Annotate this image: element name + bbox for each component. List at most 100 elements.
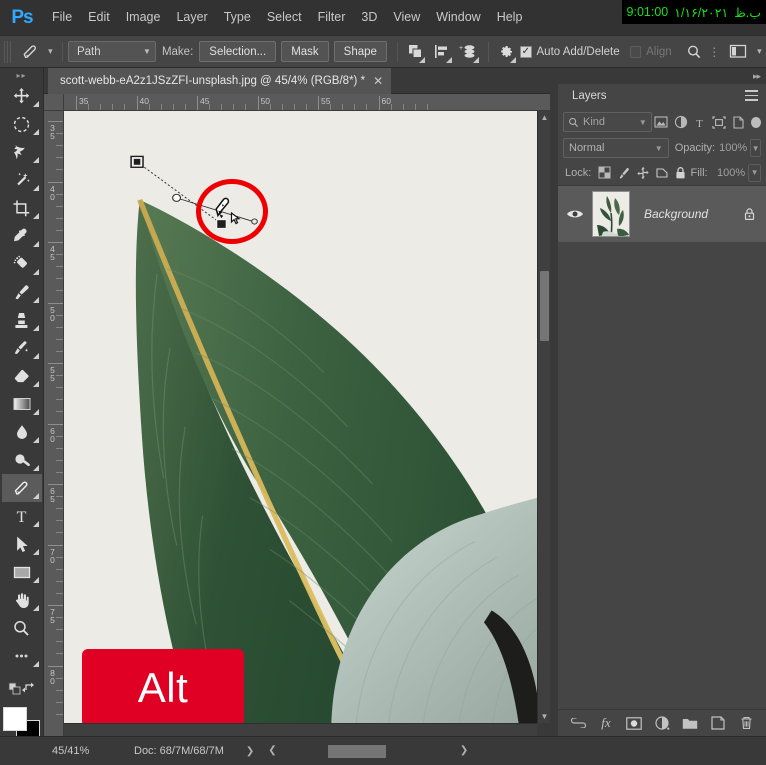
layer-kind-select[interactable]: Kind ▼: [563, 112, 652, 132]
workspace-caret[interactable]: ▾: [753, 40, 766, 64]
canvas-horizontal-scrollbar[interactable]: [64, 723, 537, 736]
smart-object-filter-icon[interactable]: [729, 112, 748, 132]
pen-tool[interactable]: [1, 474, 42, 502]
brush-tool[interactable]: [2, 278, 42, 306]
add-layer-mask-icon[interactable]: [626, 715, 643, 732]
new-layer-icon[interactable]: [710, 715, 727, 732]
history-brush-tool[interactable]: [2, 334, 42, 362]
make-mask-button[interactable]: Mask: [281, 41, 329, 62]
adjustment-layer-filter-icon[interactable]: [671, 112, 690, 132]
panel-collapse-button[interactable]: ▸▸: [550, 68, 766, 84]
make-shape-button[interactable]: Shape: [333, 41, 387, 62]
layer-name[interactable]: Background: [630, 207, 739, 221]
menu-item-image[interactable]: Image: [118, 0, 169, 35]
path-alignment-icon[interactable]: [429, 39, 454, 65]
make-selection-button[interactable]: Selection...: [199, 41, 277, 62]
pixel-layer-filter-icon[interactable]: [652, 112, 671, 132]
ruler-minor-tick: [221, 104, 223, 110]
eraser-tool[interactable]: [2, 362, 42, 390]
opacity-value[interactable]: 100%: [719, 139, 750, 157]
move-tool[interactable]: [2, 82, 42, 110]
foreground-color-swatch[interactable]: [2, 707, 27, 731]
lasso-tool[interactable]: [2, 138, 42, 166]
align-checkbox[interactable]: [629, 45, 642, 58]
shape-layer-filter-icon[interactable]: [709, 112, 728, 132]
menu-item-help[interactable]: Help: [489, 0, 531, 35]
layer-style-fx-icon[interactable]: fx: [598, 715, 615, 732]
panel-menu-icon[interactable]: [745, 90, 758, 101]
vertical-ruler[interactable]: 3 5 4 0 4 5 5 0 5 5 6 0 6 5 7 0 7 5 8 0: [44, 111, 64, 736]
workspace-icon[interactable]: [726, 39, 751, 65]
opacity-stepper[interactable]: ▼: [750, 139, 761, 157]
magic-wand-tool[interactable]: [2, 166, 42, 194]
lock-artboard-nesting-icon[interactable]: [652, 163, 671, 183]
type-tool[interactable]: T: [2, 502, 42, 530]
gradient-tool[interactable]: [2, 390, 42, 418]
crop-tool[interactable]: [2, 194, 42, 222]
menu-item-layer[interactable]: Layer: [168, 0, 215, 35]
zoom-tool[interactable]: [2, 614, 42, 642]
menu-item-file[interactable]: File: [44, 0, 80, 35]
path-arrangement-icon[interactable]: +: [456, 39, 481, 65]
lock-image-pixels-icon[interactable]: [614, 163, 633, 183]
layer-locked-icon[interactable]: [739, 204, 760, 224]
menu-item-type[interactable]: Type: [216, 0, 259, 35]
blend-mode-select[interactable]: Normal ▼: [563, 138, 669, 158]
fill-value[interactable]: 100%: [712, 164, 749, 182]
edit-toolbar-button[interactable]: [2, 642, 42, 670]
eyedropper-tool[interactable]: [2, 222, 42, 250]
menu-item-edit[interactable]: Edit: [80, 0, 118, 35]
tab-layers[interactable]: Layers: [558, 84, 621, 108]
table-row[interactable]: Background: [558, 186, 766, 242]
photoshop-logo: Ps: [11, 6, 33, 28]
spot-healing-brush-tool[interactable]: [2, 250, 42, 278]
auto-add-delete-checkbox[interactable]: ✓: [520, 45, 532, 58]
default-colors-and-swap[interactable]: [2, 676, 42, 700]
rectangle-tool[interactable]: [2, 558, 42, 586]
hand-tool[interactable]: [2, 586, 42, 614]
menu-item-filter[interactable]: Filter: [310, 0, 354, 35]
menu-item-select[interactable]: Select: [259, 0, 310, 35]
options-bar-grip[interactable]: [4, 40, 14, 63]
scroll-right-icon[interactable]: ❯: [460, 745, 468, 756]
lock-position-icon[interactable]: [633, 163, 652, 183]
layer-visibility-eye-icon[interactable]: [558, 186, 592, 242]
pen-tool-preset-caret[interactable]: ▾: [44, 40, 57, 64]
document-stage[interactable]: Alt: [64, 111, 537, 723]
pen-tool-icon[interactable]: [15, 40, 43, 64]
scroll-left-icon[interactable]: ❮: [268, 745, 276, 756]
status-scroll-thumb[interactable]: [328, 744, 387, 758]
blur-tool[interactable]: [2, 418, 42, 446]
clone-stamp-tool[interactable]: [2, 306, 42, 334]
menu-item-window[interactable]: Window: [428, 0, 488, 35]
fill-stepper[interactable]: ▼: [748, 163, 761, 182]
lock-transparent-pixels-icon[interactable]: [595, 163, 614, 183]
gear-icon[interactable]: [494, 39, 519, 65]
path-selection-tool[interactable]: [2, 530, 42, 558]
canvas-vertical-scrollbar[interactable]: ▲ ▼: [537, 111, 550, 723]
dodge-tool[interactable]: [2, 446, 42, 474]
link-layers-icon[interactable]: [570, 715, 587, 732]
elliptical-marquee-tool[interactable]: [2, 110, 42, 138]
path-mode-select[interactable]: Path ▼: [67, 41, 156, 62]
menu-item-3d[interactable]: 3D: [353, 0, 385, 35]
vertical-scroll-thumb[interactable]: [540, 271, 549, 341]
horizontal-ruler[interactable]: 35 40 45 50 55 60: [64, 94, 550, 111]
path-operations-icon[interactable]: [403, 39, 428, 65]
zoom-level-field[interactable]: 45/41%: [48, 743, 110, 760]
tools-panel-grip[interactable]: ▸▸: [0, 68, 43, 82]
layer-thumbnail[interactable]: [592, 191, 630, 237]
document-tab[interactable]: scott-webb-eA2z1JSzZFI-unsplash.jpg @ 45…: [48, 68, 392, 94]
status-expand-icon[interactable]: ❯: [246, 746, 254, 757]
new-group-icon[interactable]: [682, 715, 699, 732]
filter-toggle-icon[interactable]: [750, 116, 762, 128]
new-adjustment-layer-icon[interactable]: [654, 715, 671, 732]
status-scrollbar[interactable]: ❮ ❯: [268, 744, 468, 758]
delete-layer-icon[interactable]: [738, 715, 755, 732]
menu-item-view[interactable]: View: [385, 0, 428, 35]
close-icon[interactable]: ✕: [373, 75, 383, 87]
make-label: Make:: [161, 45, 194, 58]
type-layer-filter-icon[interactable]: T: [690, 112, 709, 132]
lock-all-icon[interactable]: [671, 163, 690, 183]
search-icon[interactable]: [682, 39, 707, 65]
